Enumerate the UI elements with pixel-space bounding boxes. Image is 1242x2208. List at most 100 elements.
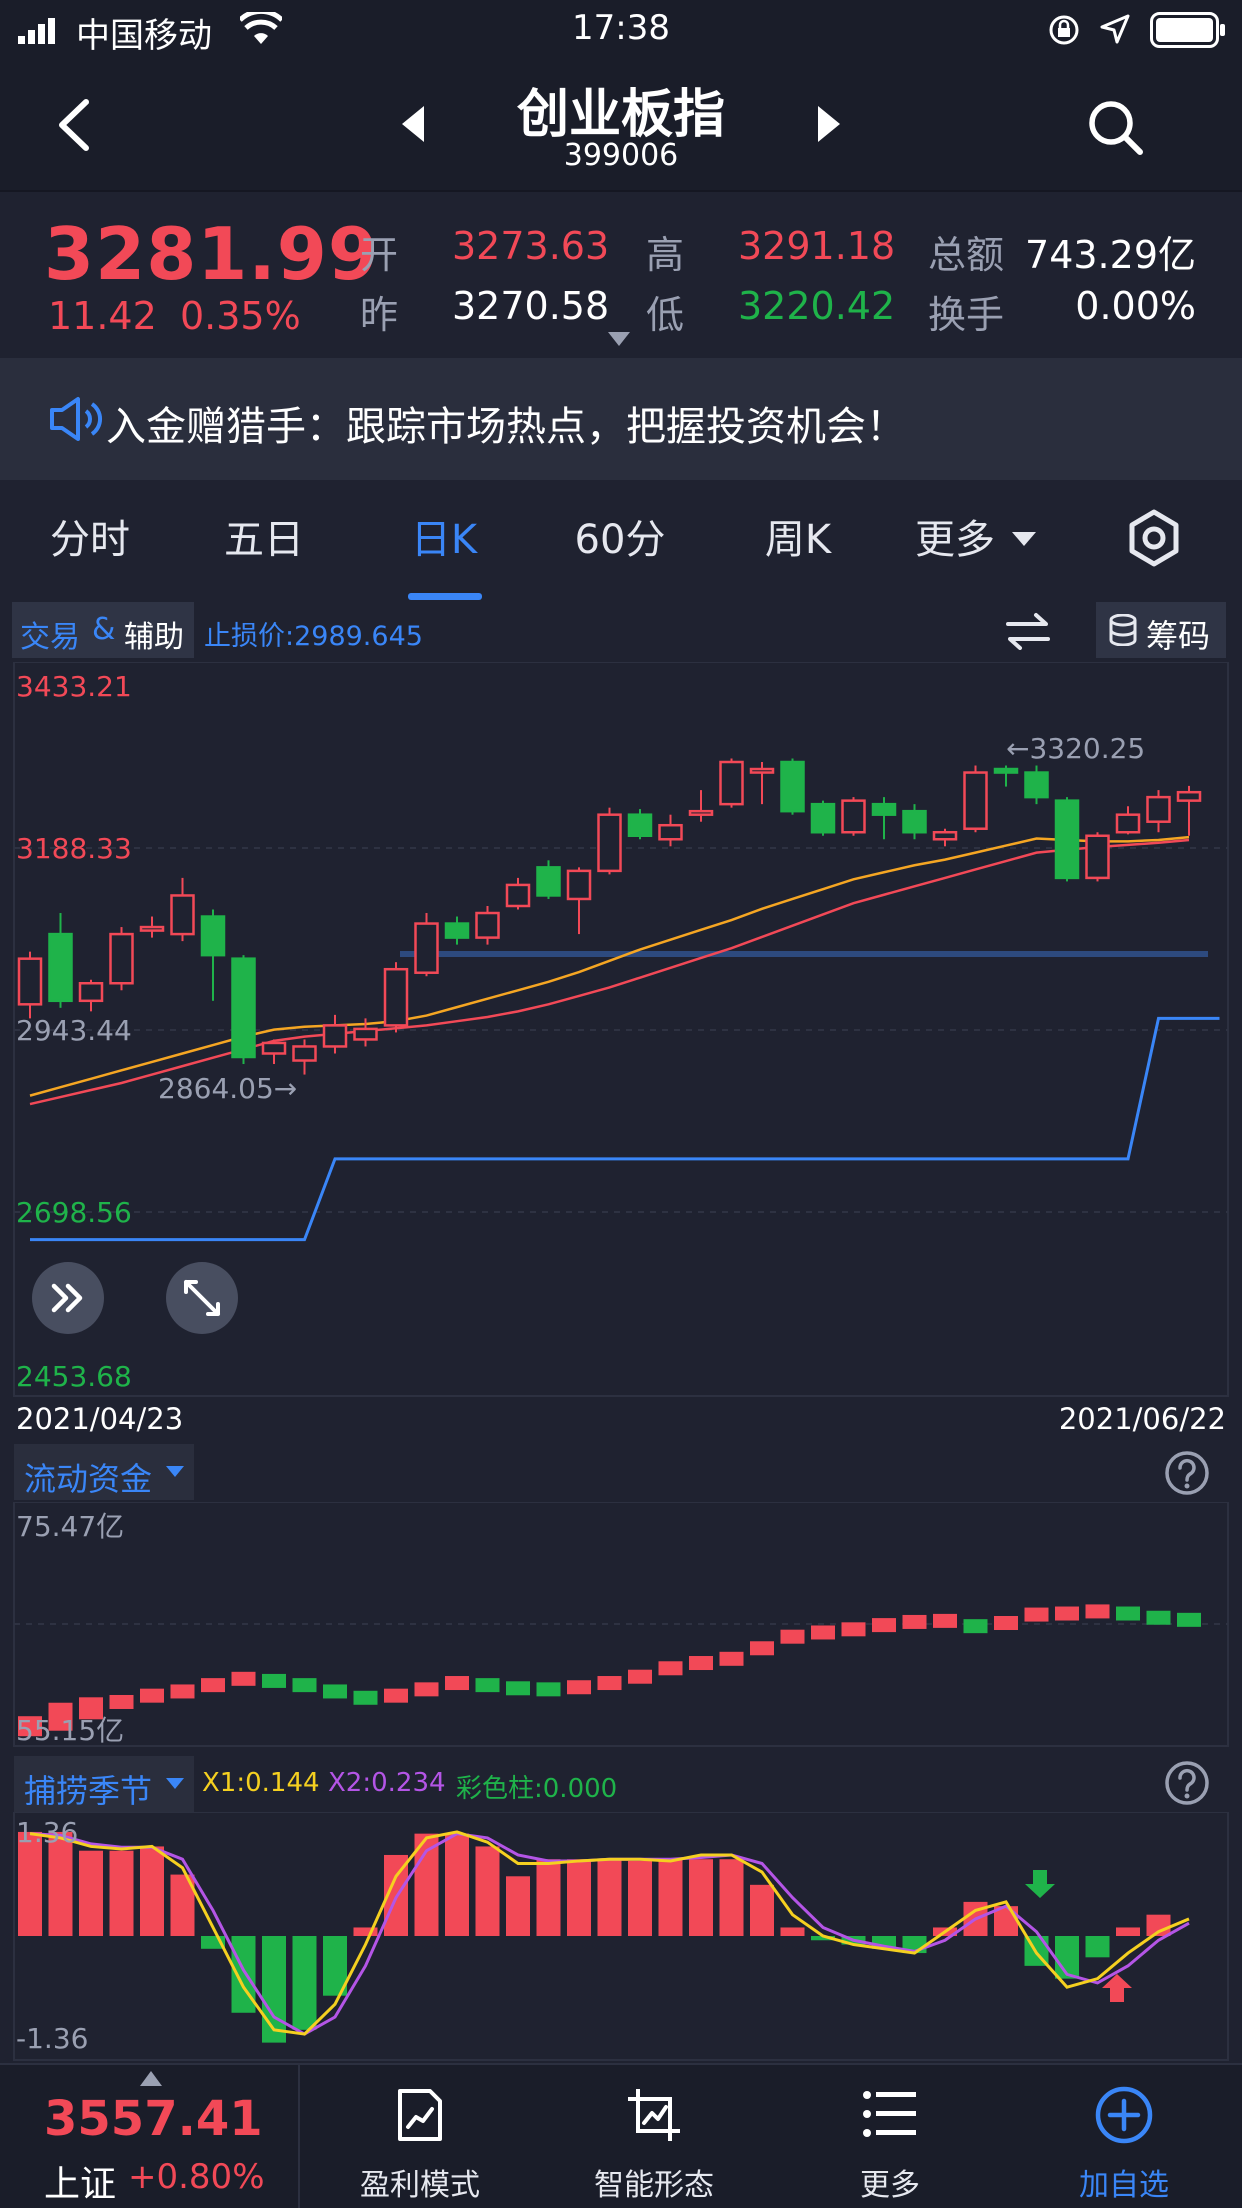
candle: [1146, 790, 1171, 833]
search-button[interactable]: [1084, 96, 1148, 160]
season-help-button[interactable]: [1164, 1760, 1210, 1806]
candle: [627, 809, 653, 840]
season-oscillator-chart[interactable]: 1.36 -1.36: [0, 1812, 1242, 2062]
candle: [688, 790, 714, 822]
profit-mode-button[interactable]: 盈利模式: [330, 2065, 510, 2208]
flow-help-button[interactable]: [1164, 1450, 1210, 1496]
quote-panel: 3281.99 11.42 0.35% 开 3273.63 昨 3270.58 …: [0, 190, 1242, 358]
tab-weekly-k[interactable]: 周K: [728, 480, 868, 600]
candle: [17, 951, 43, 1019]
season-bar: [445, 1833, 469, 1936]
candle: [505, 877, 531, 910]
chart-settings-button[interactable]: [1126, 508, 1182, 568]
more-button[interactable]: 更多: [800, 2065, 980, 2208]
season-bar: [780, 1927, 805, 1936]
date-end: 2021/06/22: [1058, 1402, 1226, 1436]
flow-bar: [201, 1678, 225, 1693]
candle: [1024, 765, 1049, 805]
turnover-value: 0.00%: [1075, 284, 1196, 328]
chips-button[interactable]: 筹码: [1096, 602, 1226, 658]
low-annotation: 2864.05→: [158, 1072, 297, 1105]
prev-close-value: 3270.58: [452, 284, 610, 328]
low-label: 低: [646, 293, 685, 337]
season-bar: [1085, 1936, 1110, 1958]
flow-bar: [963, 1619, 988, 1634]
candle: [597, 807, 622, 875]
price-change-pct: 0.35%: [180, 294, 301, 338]
double-chevron-right-icon: [51, 1283, 83, 1313]
fast-forward-button[interactable]: [32, 1262, 104, 1334]
season-bar: [1116, 1927, 1140, 1936]
candle: [780, 758, 805, 815]
flow-bar: [750, 1641, 774, 1656]
tab-five-day[interactable]: 五日: [194, 480, 334, 600]
nav-bar: 创业板指 399006: [0, 60, 1242, 190]
season-bar: [658, 1859, 683, 1936]
add-circle-icon: [1095, 2086, 1153, 2144]
trade-assist-toggle[interactable]: 交易 & 辅助: [12, 602, 194, 658]
promo-banner[interactable]: 入金赠猎手：跟踪市场热点，把握投资机会！: [0, 358, 1242, 480]
candle: [475, 905, 500, 945]
candle: [566, 867, 592, 935]
flow-bar-chart[interactable]: 75.47亿 55.15亿: [0, 1502, 1242, 1748]
search-icon: [1089, 101, 1143, 155]
candle: [261, 1039, 287, 1065]
triangle-right-icon: [818, 106, 840, 142]
index-change: +0.80%: [128, 2157, 265, 2197]
season-bar: [140, 1846, 164, 1936]
amount-label: 总额: [928, 233, 1005, 277]
candle: [383, 962, 409, 1033]
tab-daily-k[interactable]: 日K: [374, 480, 514, 600]
flow-bar: [262, 1673, 286, 1688]
flow-bar: [1024, 1607, 1049, 1622]
tab-60min[interactable]: 60分: [550, 480, 690, 600]
candle: [292, 1039, 317, 1075]
gear-icon: [1129, 509, 1179, 567]
tab-intraday[interactable]: 分时: [20, 480, 160, 600]
add-watchlist-button[interactable]: 加自选: [1034, 2065, 1214, 2208]
flow-bar: [597, 1676, 622, 1691]
expand-quote-icon[interactable]: [608, 332, 630, 348]
chevron-down-icon: [166, 1778, 184, 1789]
flow-bar: [902, 1614, 927, 1629]
flow-bar: [658, 1661, 683, 1676]
candle: [658, 814, 683, 847]
axis-label-top: 3433.21: [16, 670, 132, 703]
flow-bar: [689, 1656, 713, 1671]
flow-panel-header[interactable]: 流动资金: [14, 1444, 194, 1500]
flow-bar: [872, 1618, 896, 1633]
date-start: 2021/04/23: [16, 1402, 184, 1436]
tab-more[interactable]: 更多: [900, 480, 1010, 600]
candle: [963, 765, 988, 833]
candle: [170, 877, 195, 942]
flow-bar: [384, 1688, 408, 1703]
stock-title: 创业板指: [516, 85, 725, 145]
season-bar: [262, 1936, 286, 2043]
flow-min-label: 55.15亿: [16, 1714, 124, 1747]
index-ticker[interactable]: 3557.41 上证 +0.80%: [0, 2065, 300, 2208]
assist-label: 辅助: [124, 620, 184, 655]
flow-bar: [994, 1615, 1018, 1630]
season-bar: [750, 1884, 774, 1936]
last-price: 3281.99: [44, 212, 379, 296]
banner-text: 入金赠猎手：跟踪市场热点，把握投资机会！: [106, 404, 906, 450]
flow-bar: [780, 1629, 805, 1644]
swap-button[interactable]: [1006, 612, 1050, 650]
turnover-label: 换手: [928, 293, 1005, 337]
open-label: 开: [360, 233, 399, 277]
flow-bar: [628, 1669, 652, 1684]
season-bar: [506, 1876, 530, 1936]
season-panel-title: 捕捞季节: [24, 1772, 153, 1810]
flow-bar: [445, 1676, 469, 1691]
flow-bar: [1146, 1610, 1171, 1625]
chevron-down-icon: [166, 1466, 184, 1477]
profit-mode-label: 盈利模式: [360, 2168, 480, 2203]
chips-label: 筹码: [1146, 617, 1211, 655]
smart-pattern-button[interactable]: 智能形态: [564, 2065, 744, 2208]
next-stock-button[interactable]: [816, 104, 842, 144]
season-panel-header[interactable]: 捕捞季节: [14, 1756, 194, 1812]
fullscreen-button[interactable]: [166, 1262, 238, 1334]
chevron-down-icon[interactable]: [1012, 532, 1036, 548]
active-tab-indicator: [408, 593, 482, 600]
stop-loss-line: [30, 1016, 1220, 1242]
